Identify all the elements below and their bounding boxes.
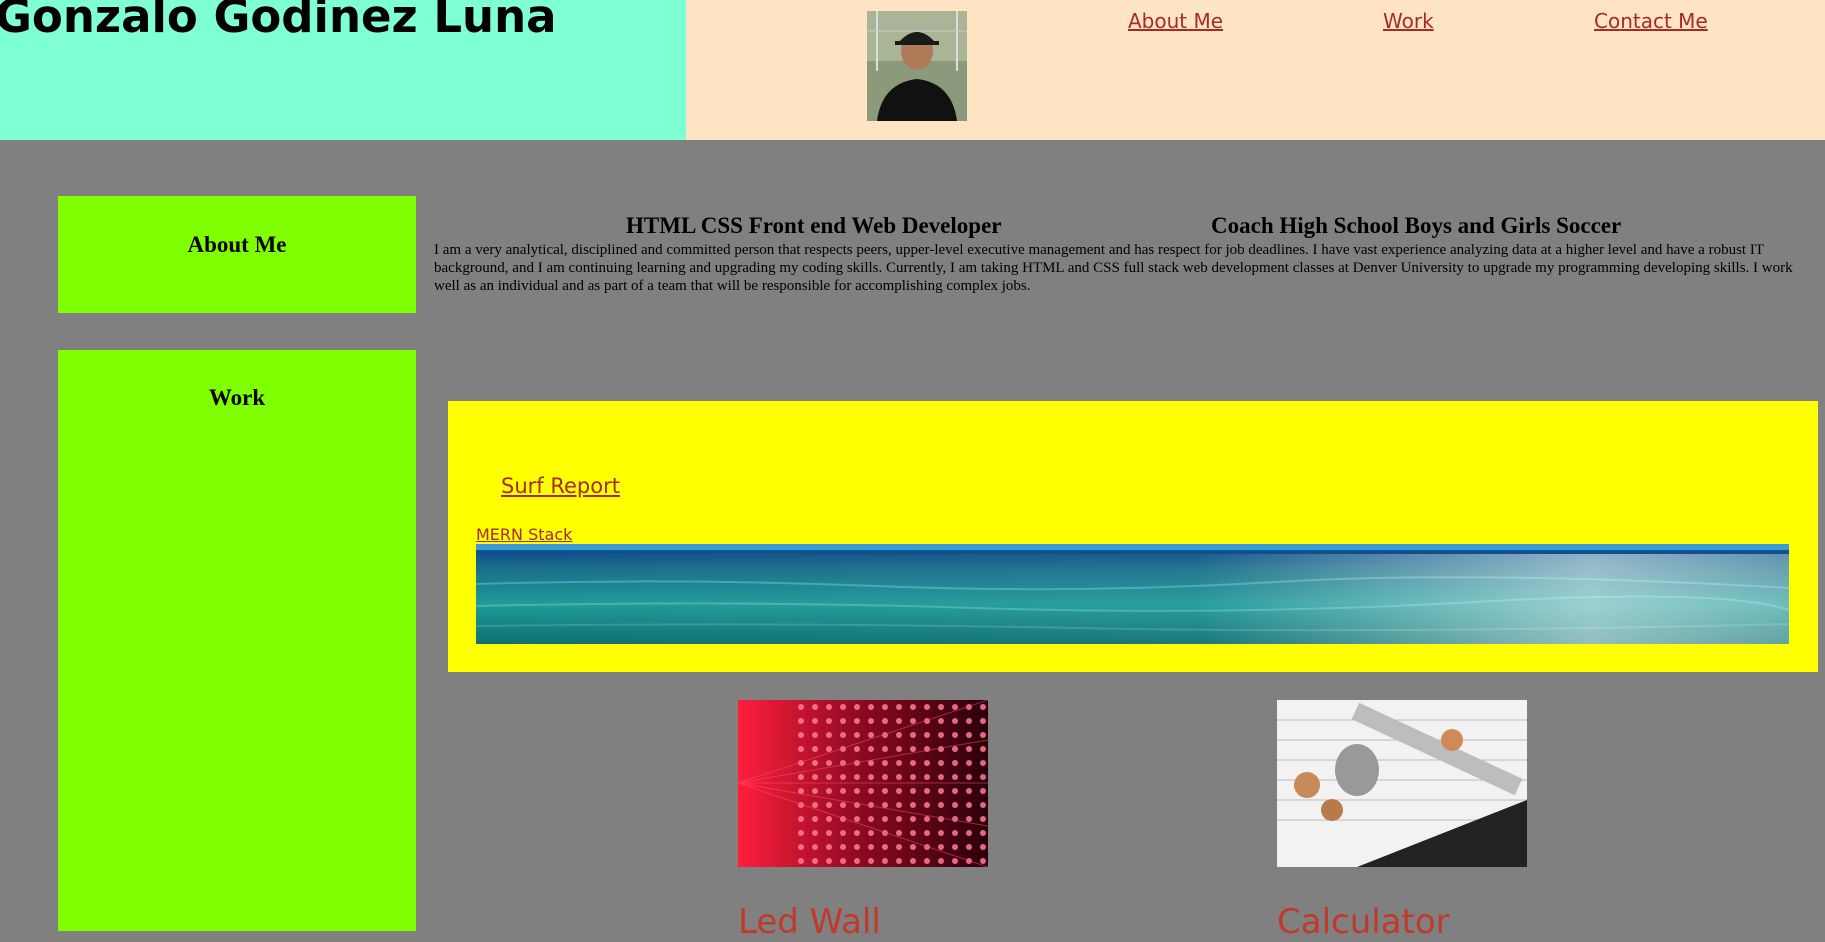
nav-about-me-link[interactable]: About Me xyxy=(1128,9,1223,33)
about-heading-developer: HTML CSS Front end Web Developer xyxy=(626,213,1002,238)
about-bio: I am a very analytical, disciplined and … xyxy=(434,242,1793,294)
calculator-title: Calculator xyxy=(1277,902,1450,942)
about-heading-coach: Coach High School Boys and Girls Soccer xyxy=(1211,213,1622,238)
ocean-wave-icon xyxy=(476,544,1789,644)
site-title: Gonzalo Godinez Luna xyxy=(0,0,557,43)
surf-report-banner[interactable] xyxy=(476,544,1789,644)
calculator-icon xyxy=(1277,700,1527,867)
led-wall-title: Led Wall xyxy=(738,902,881,942)
sidebar-work-heading: Work xyxy=(208,385,266,410)
header-title-area: Gonzalo Godinez Luna xyxy=(0,0,686,140)
led-wall-icon xyxy=(738,700,988,867)
sidebar-about-box: About Me xyxy=(58,196,416,313)
calculator-image[interactable] xyxy=(1277,700,1527,867)
surf-report-link[interactable]: Surf Report xyxy=(501,474,620,498)
sidebar-about-heading: About Me xyxy=(187,232,287,257)
sidebar-work-box: Work xyxy=(58,350,416,931)
led-wall-image[interactable] xyxy=(738,700,988,867)
avatar xyxy=(867,11,967,121)
nav-work-link[interactable]: Work xyxy=(1383,9,1434,33)
avatar-photo-icon xyxy=(867,11,967,121)
nav-contact-me-link[interactable]: Contact Me xyxy=(1594,9,1708,33)
mern-stack-link[interactable]: MERN Stack xyxy=(476,525,572,544)
